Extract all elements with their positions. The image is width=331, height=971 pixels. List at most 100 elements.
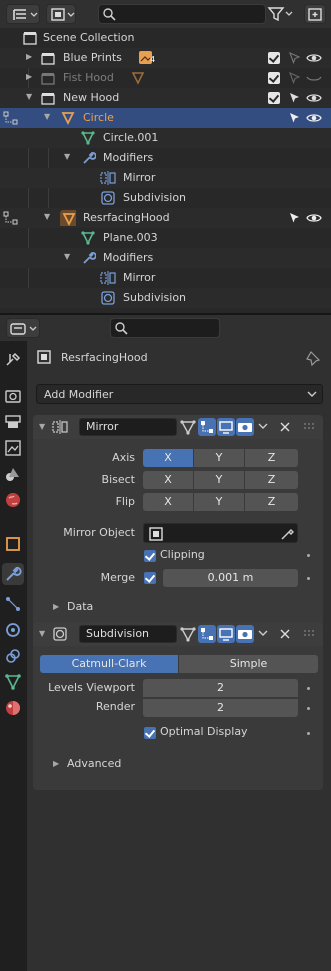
collapse-triangle-icon[interactable]: ▼ <box>64 152 70 161</box>
flip-x-toggle[interactable]: X <box>143 493 193 511</box>
bisect-y-toggle[interactable]: Y <box>194 471 244 489</box>
tab-render[interactable] <box>2 385 24 407</box>
expand-triangle-icon[interactable]: ▶ <box>26 72 32 81</box>
merge-checkbox[interactable] <box>144 572 156 584</box>
tab-particles[interactable] <box>2 593 24 615</box>
tab-modifiers[interactable] <box>2 563 24 585</box>
exclude-checkbox[interactable] <box>268 72 280 84</box>
collapse-triangle-icon[interactable]: ▼ <box>39 629 45 638</box>
bisect-z-toggle[interactable]: Z <box>245 471 298 489</box>
subdivision-name-field[interactable]: Subdivision <box>79 625 177 643</box>
visibility-eye-icon[interactable] <box>306 110 322 126</box>
pin-icon[interactable] <box>305 350 321 366</box>
keyframe-dot[interactable] <box>307 687 310 690</box>
viewport-toggle[interactable] <box>217 418 235 436</box>
catmull-clark-option[interactable]: Catmull-Clark <box>40 655 178 673</box>
chevron-down-icon[interactable] <box>257 422 269 432</box>
tree-row-mirror[interactable]: Mirror <box>0 168 331 188</box>
axis-y-toggle[interactable]: Y <box>194 449 244 467</box>
tab-constraints[interactable] <box>2 645 24 667</box>
selectable-arrow-icon[interactable] <box>286 110 302 126</box>
collapse-triangle-icon[interactable]: ▼ <box>39 422 45 431</box>
tab-object[interactable] <box>2 533 24 555</box>
editor-type-button[interactable] <box>6 318 40 338</box>
keyframe-dot[interactable] <box>307 732 310 735</box>
new-collection-button[interactable] <box>304 4 326 24</box>
bisect-x-toggle[interactable]: X <box>143 471 193 489</box>
tree-row-scene-collection[interactable]: Scene Collection <box>0 28 331 48</box>
close-icon[interactable] <box>279 628 291 640</box>
tab-scene[interactable] <box>2 463 24 485</box>
exclude-checkbox[interactable] <box>268 92 280 104</box>
collapse-triangle-icon[interactable]: ▼ <box>64 252 70 261</box>
tree-row-subdivision[interactable]: Subdivision <box>0 188 331 208</box>
close-icon[interactable] <box>279 421 291 433</box>
render-toggle[interactable] <box>236 625 254 643</box>
tree-row-fist-hood[interactable]: ▶ Fist Hood <box>0 68 331 88</box>
render-toggle[interactable] <box>236 418 254 436</box>
collapse-triangle-icon[interactable]: ▼ <box>44 212 50 221</box>
selectable-arrow-icon[interactable] <box>286 70 302 86</box>
tree-row-modifiers[interactable]: ▼ Modifiers <box>0 248 331 268</box>
axis-z-toggle[interactable]: Z <box>245 449 298 467</box>
data-subpanel-label[interactable]: Data <box>67 600 93 613</box>
tab-world[interactable] <box>2 489 24 511</box>
display-mode-button[interactable] <box>46 4 76 24</box>
tab-output[interactable] <box>2 411 24 433</box>
expand-triangle-icon[interactable]: ▶ <box>53 602 59 611</box>
advanced-subpanel-label[interactable]: Advanced <box>67 757 121 770</box>
merge-distance-field[interactable]: 0.001 m <box>163 569 298 587</box>
visibility-eye-icon[interactable] <box>306 210 322 226</box>
tree-row-modifiers[interactable]: ▼ Modifiers <box>0 148 331 168</box>
flip-z-toggle[interactable]: Z <box>245 493 298 511</box>
tree-row-blue-prints[interactable]: ▶ Blue Prints 4 <box>0 48 331 68</box>
axis-x-toggle[interactable]: X <box>143 449 193 467</box>
selectable-arrow-icon[interactable] <box>286 90 302 106</box>
filter-button[interactable] <box>266 4 296 24</box>
drag-handle-icon[interactable] <box>303 422 317 432</box>
viewport-toggle[interactable] <box>217 625 235 643</box>
keyframe-dot[interactable] <box>307 577 310 580</box>
tree-row-circle-mesh[interactable]: Circle.001 <box>0 128 331 148</box>
keyframe-dot[interactable] <box>307 707 310 710</box>
visibility-eye-icon[interactable] <box>306 50 322 66</box>
drag-handle-icon[interactable] <box>303 629 317 639</box>
tab-view-layer[interactable] <box>2 437 24 459</box>
selectable-arrow-icon[interactable] <box>286 210 302 226</box>
levels-viewport-field[interactable]: 2 <box>143 679 298 697</box>
collapse-triangle-icon[interactable]: ▼ <box>26 92 32 101</box>
visibility-eye-icon[interactable] <box>306 90 322 106</box>
selectable-arrow-icon[interactable] <box>286 50 302 66</box>
edit-mode-toggle[interactable] <box>198 625 216 643</box>
edit-cage-icon[interactable] <box>179 625 197 643</box>
tree-row-plane-mesh[interactable]: Plane.003 <box>0 228 331 248</box>
optimal-display-checkbox[interactable] <box>144 727 156 739</box>
expand-triangle-icon[interactable]: ▶ <box>26 52 32 61</box>
tab-material[interactable] <box>2 697 24 719</box>
editor-type-button[interactable] <box>6 4 40 24</box>
hidden-eye-icon[interactable] <box>306 70 322 86</box>
flip-y-toggle[interactable]: Y <box>194 493 244 511</box>
keyframe-dot[interactable] <box>307 554 310 557</box>
expand-triangle-icon[interactable]: ▶ <box>53 759 59 768</box>
edit-cage-icon[interactable] <box>179 418 197 436</box>
tab-tool[interactable] <box>2 349 24 371</box>
mirror-name-field[interactable]: Mirror <box>79 418 177 436</box>
render-levels-field[interactable]: 2 <box>143 699 298 717</box>
chevron-down-icon[interactable] <box>257 629 269 639</box>
collapse-triangle-icon[interactable]: ▼ <box>44 112 50 121</box>
tree-row-resrfacinghood[interactable]: ▼ ResrfacingHood <box>0 208 331 228</box>
mirror-object-field[interactable] <box>143 523 298 543</box>
tab-physics[interactable] <box>2 619 24 641</box>
tree-row-circle[interactable]: ▼ Circle <box>0 108 331 128</box>
tab-data[interactable] <box>2 671 24 693</box>
clipping-checkbox[interactable] <box>144 550 156 562</box>
tree-row-new-hood[interactable]: ▼ New Hood <box>0 88 331 108</box>
tree-row-subdivision[interactable]: Subdivision <box>0 288 331 308</box>
edit-mode-toggle[interactable] <box>198 418 216 436</box>
tree-row-mirror[interactable]: Mirror <box>0 268 331 288</box>
outliner-search-input[interactable] <box>98 4 266 24</box>
exclude-checkbox[interactable] <box>268 52 280 64</box>
eyedropper-icon[interactable] <box>280 527 294 541</box>
add-modifier-dropdown[interactable]: Add Modifier <box>36 384 323 404</box>
